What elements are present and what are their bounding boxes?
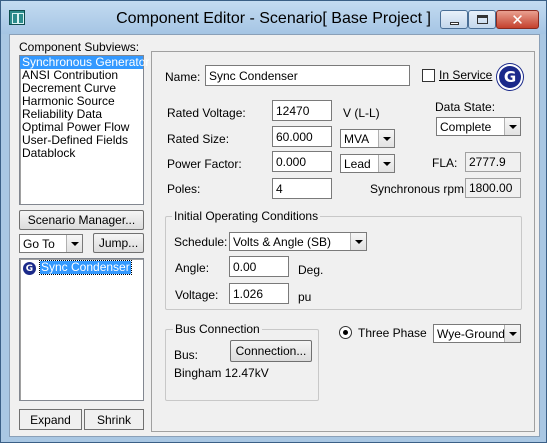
in-service-checkbox[interactable] xyxy=(422,69,435,82)
power-factor-mode-value: Lead xyxy=(344,156,371,171)
subviews-list[interactable]: Synchronous Generator ANSI Contribution … xyxy=(19,55,149,205)
synchronous-rpm-label: Synchronous rpm: xyxy=(370,182,468,196)
rated-size-label: Rated Size: xyxy=(167,132,230,146)
rated-size-input[interactable]: 60.000 xyxy=(272,126,332,147)
bus-label: Bus: xyxy=(174,348,199,362)
voltage-input[interactable]: 1.026 xyxy=(229,283,289,304)
data-state-dropdown[interactable]: Complete xyxy=(436,117,521,136)
data-state-value: Complete xyxy=(440,119,492,134)
three-phase-radio[interactable] xyxy=(339,326,352,339)
minimize-button[interactable] xyxy=(440,10,468,29)
chevron-down-icon[interactable] xyxy=(504,325,520,342)
connection-type-value: Wye-Ground xyxy=(437,326,504,341)
title-bar[interactable]: Component Editor - Scenario[ Base Projec… xyxy=(1,1,546,34)
goto-dropdown[interactable]: Go To xyxy=(19,234,83,253)
subview-item[interactable]: Datablock xyxy=(20,147,143,160)
in-service-label: In Service xyxy=(439,68,493,82)
rated-voltage-input[interactable]: 12470 xyxy=(272,100,332,121)
shrink-button[interactable]: Shrink xyxy=(84,409,144,430)
rated-size-unit-dropdown[interactable]: MVA xyxy=(340,129,395,148)
close-button[interactable]: ✕ xyxy=(496,10,539,29)
rated-voltage-unit: V (L-L) xyxy=(343,106,380,120)
rated-size-unit-value: MVA xyxy=(344,131,370,146)
close-icon: ✕ xyxy=(511,11,524,29)
chevron-down-icon[interactable] xyxy=(378,130,394,147)
power-factor-mode-dropdown[interactable]: Lead xyxy=(340,154,395,173)
chevron-down-icon[interactable] xyxy=(378,155,394,172)
subviews-label: Component Subviews: xyxy=(19,40,140,54)
component-tree[interactable]: G Sync Condenser xyxy=(19,258,144,401)
generator-icon: G xyxy=(23,262,36,275)
maximize-button[interactable] xyxy=(468,10,496,29)
three-phase-label: Three Phase xyxy=(358,326,427,340)
maximize-icon xyxy=(476,15,488,24)
bus-connection-title: Bus Connection xyxy=(173,322,262,336)
fla-value: 2777.9 xyxy=(465,152,521,172)
angle-unit: Deg. xyxy=(298,263,324,277)
expand-button[interactable]: Expand xyxy=(19,409,82,430)
name-input[interactable]: Sync Condenser xyxy=(205,65,410,86)
voltage-unit: pu xyxy=(298,290,312,304)
connection-type-dropdown[interactable]: Wye-Ground xyxy=(433,324,521,343)
rated-voltage-label: Rated Voltage: xyxy=(167,106,246,120)
power-factor-input[interactable]: 0.000 xyxy=(272,151,332,172)
power-factor-label: Power Factor: xyxy=(167,157,242,171)
fla-label: FLA: xyxy=(432,156,458,170)
minimize-icon xyxy=(449,21,459,25)
editor-client-area: Component Subviews: Synchronous Generato… xyxy=(9,34,540,437)
jump-button[interactable]: Jump... xyxy=(93,233,144,253)
schedule-label: Schedule: xyxy=(174,235,228,249)
chevron-down-icon[interactable] xyxy=(66,235,82,252)
chevron-down-icon[interactable] xyxy=(350,233,366,250)
angle-label: Angle: xyxy=(175,261,210,275)
tree-item-sync-condenser[interactable]: Sync Condenser xyxy=(39,260,132,275)
voltage-label: Voltage: xyxy=(175,288,219,302)
schedule-value: Volts & Angle (SB) xyxy=(233,234,332,249)
initial-operating-conditions-group xyxy=(165,216,522,310)
generator-icon: G xyxy=(499,66,521,88)
initial-operating-conditions-title: Initial Operating Conditions xyxy=(172,209,321,223)
bus-name: Bingham 12.47kV xyxy=(174,366,269,380)
goto-value: Go To xyxy=(23,236,55,251)
component-editor-window: Component Editor - Scenario[ Base Projec… xyxy=(0,0,547,443)
synchronous-rpm-value: 1800.00 xyxy=(465,178,521,198)
name-label: Name: xyxy=(165,70,201,84)
chevron-down-icon[interactable] xyxy=(504,118,520,135)
poles-input[interactable]: 4 xyxy=(272,178,332,199)
poles-label: Poles: xyxy=(167,182,201,196)
connection-button[interactable]: Connection... xyxy=(230,340,312,362)
angle-input[interactable]: 0.00 xyxy=(229,256,289,277)
scenario-manager-button[interactable]: Scenario Manager... xyxy=(19,210,144,230)
schedule-dropdown[interactable]: Volts & Angle (SB) xyxy=(229,232,367,251)
data-state-label: Data State: xyxy=(435,100,496,114)
